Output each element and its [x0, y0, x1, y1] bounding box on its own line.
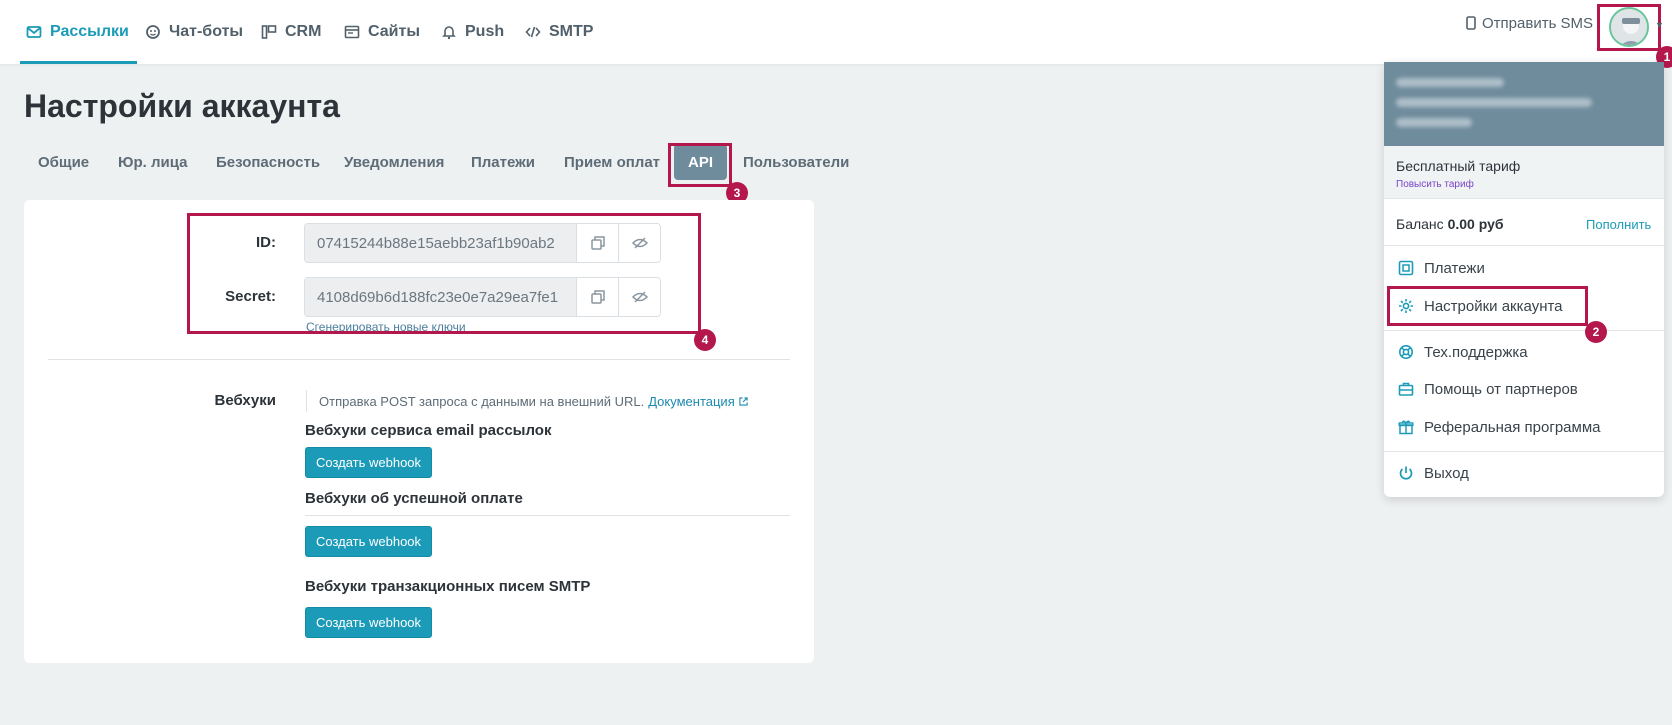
- chevron-down-icon[interactable]: ▼: [1655, 20, 1664, 30]
- lifebuoy-icon: [1399, 345, 1413, 359]
- menu-item-partner-help[interactable]: Помощь от партнеров: [1398, 377, 1578, 401]
- create-email-webhook-button[interactable]: Создать webhook: [305, 447, 432, 478]
- menu-item-referral[interactable]: Реферальная программа: [1398, 415, 1600, 439]
- menu-item-logout[interactable]: Выход: [1398, 461, 1469, 485]
- nav-item-smtp[interactable]: SMTP: [525, 0, 593, 64]
- menu-divider: [1384, 330, 1664, 331]
- user-menu-dropdown: Бесплатный тариф Повысить тариф Баланс 0…: [1384, 62, 1664, 497]
- menu-item-support[interactable]: Тех.поддержка: [1398, 340, 1528, 364]
- webhooks-label: Вебхуки: [214, 392, 276, 409]
- nav-item-label: Чат-боты: [169, 23, 244, 40]
- tab-general[interactable]: Общие: [38, 140, 89, 184]
- menu-item-label: Выход: [1424, 464, 1469, 482]
- upgrade-plan-link[interactable]: Повысить тариф: [1396, 179, 1474, 190]
- nav-item-label: Push: [465, 23, 505, 40]
- balance-label: Баланс: [1396, 216, 1444, 232]
- menu-item-label: Платежи: [1424, 259, 1485, 277]
- payments-icon: [1398, 260, 1414, 276]
- tab-payment-acceptance[interactable]: Прием оплат: [564, 140, 660, 184]
- webhook-divider: [305, 515, 790, 516]
- webhooks-payment-title: Вебхуки об успешной оплате: [305, 490, 523, 507]
- nav-item-label: Рассылки: [50, 23, 129, 40]
- top-up-link[interactable]: Пополнить: [1586, 217, 1651, 232]
- tab-legal-entities[interactable]: Юр. лица: [118, 140, 187, 184]
- api-tab-highlight: [668, 143, 732, 187]
- annotation-badge-2: 2: [1585, 321, 1607, 343]
- nav-item-sites[interactable]: Сайты: [344, 0, 420, 64]
- menu-divider: [1384, 198, 1664, 199]
- menu-divider: [1384, 245, 1664, 246]
- external-link-icon: [739, 396, 748, 406]
- top-navigation: Рассылки Чат-боты CRM Сайты Push SMTP От…: [0, 0, 1672, 64]
- chat-bot-icon: [146, 25, 160, 39]
- create-payment-webhook-button[interactable]: Создать webhook: [305, 526, 432, 557]
- tab-users[interactable]: Пользователи: [743, 140, 849, 184]
- plan-section: Бесплатный тариф Повысить тариф: [1384, 146, 1664, 198]
- blurred-user-email: [1396, 98, 1592, 107]
- menu-divider: [1384, 451, 1664, 452]
- nav-item-label: CRM: [285, 23, 322, 40]
- webhooks-description: Отправка POST запроса с данными на внешн…: [306, 390, 748, 412]
- send-sms-link[interactable]: Отправить SMS: [1466, 0, 1593, 46]
- blurred-user-name: [1396, 78, 1504, 87]
- nav-item-mailings[interactable]: Рассылки: [20, 0, 137, 64]
- phone-icon: [1466, 16, 1476, 30]
- avatar[interactable]: [1609, 7, 1649, 47]
- crm-icon: [261, 25, 277, 39]
- account-settings-highlight: [1387, 286, 1588, 326]
- balance: Баланс 0.00 руб: [1396, 216, 1504, 232]
- nav-item-push[interactable]: Push: [441, 0, 504, 64]
- documentation-link[interactable]: Документация: [648, 394, 735, 409]
- tab-notifications[interactable]: Уведомления: [344, 140, 444, 184]
- envelope-icon: [26, 26, 42, 38]
- power-icon: [1399, 466, 1413, 480]
- webhooks-email-title: Вебхуки сервиса email рассылок: [305, 422, 552, 439]
- send-sms-label: Отправить SMS: [1482, 14, 1594, 32]
- create-smtp-webhook-button[interactable]: Создать webhook: [305, 607, 432, 638]
- menu-item-payments[interactable]: Платежи: [1398, 256, 1485, 280]
- annotation-badge-4: 4: [694, 329, 716, 351]
- webhooks-description-text: Отправка POST запроса с данными на внешн…: [319, 393, 645, 409]
- menu-item-label: Помощь от партнеров: [1424, 380, 1578, 398]
- blurred-user-id: [1396, 118, 1472, 127]
- menu-item-label: Реферальная программа: [1424, 418, 1601, 436]
- nav-item-label: Сайты: [368, 23, 420, 40]
- gift-icon: [1398, 420, 1414, 435]
- tab-payments[interactable]: Платежи: [471, 140, 535, 184]
- page-title: Настройки аккаунта: [24, 88, 340, 124]
- code-icon: [525, 26, 541, 38]
- bell-icon: [442, 26, 456, 40]
- plan-name: Бесплатный тариф: [1396, 158, 1521, 174]
- menu-item-label: Тех.поддержка: [1424, 343, 1528, 361]
- nav-item-crm[interactable]: CRM: [261, 0, 321, 64]
- user-info-header: [1384, 62, 1664, 146]
- section-divider: [48, 359, 790, 360]
- tab-security[interactable]: Безопасность: [216, 140, 320, 184]
- briefcase-icon: [1398, 382, 1414, 396]
- balance-value: 0.00 руб: [1447, 216, 1504, 232]
- website-icon: [344, 25, 360, 39]
- webhooks-smtp-title: Вебхуки транзакционных писем SMTP: [305, 578, 591, 595]
- nav-item-chatbots[interactable]: Чат-боты: [145, 0, 243, 64]
- nav-item-label: SMTP: [549, 23, 594, 40]
- api-keys-highlight: [187, 213, 701, 334]
